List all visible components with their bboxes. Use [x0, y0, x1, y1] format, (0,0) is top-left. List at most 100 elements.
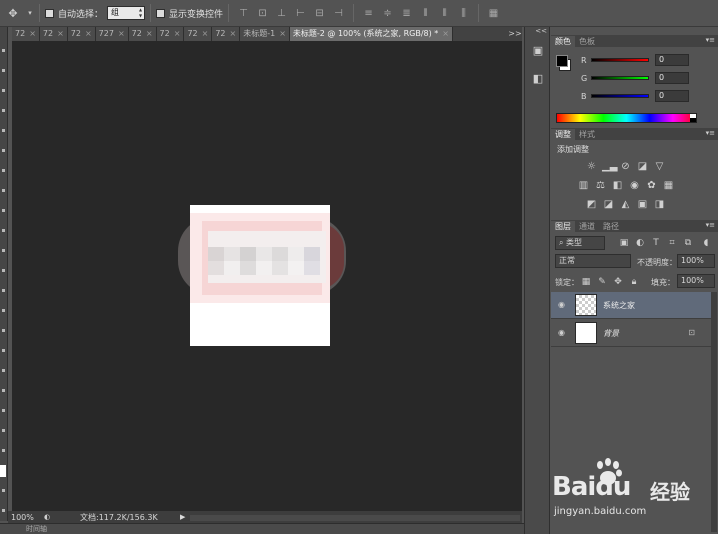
document-tab[interactable]: 72 × [12, 27, 40, 41]
panel-menu-icon[interactable]: ▾≡ [706, 221, 715, 229]
type-filter-icon[interactable]: T [651, 238, 661, 248]
tool-icon[interactable] [2, 109, 5, 112]
close-icon[interactable]: × [85, 27, 92, 41]
tool-icon[interactable] [2, 349, 5, 352]
close-icon[interactable]: × [118, 27, 125, 41]
color-balance-icon[interactable]: ⚖ [594, 180, 607, 191]
tab-swatches[interactable]: 色板 [575, 36, 599, 47]
distribute-vcenter-icon[interactable]: ≑ [380, 6, 395, 20]
channel-mixer-icon[interactable]: ✿ [645, 180, 658, 191]
document-tab[interactable]: 未标题-1 × [240, 27, 290, 41]
tool-icon[interactable] [2, 329, 5, 332]
tool-icon[interactable] [2, 169, 5, 172]
fill-field[interactable]: 100% [677, 274, 715, 288]
move-tool-icon[interactable]: ✥ [2, 4, 24, 22]
eye-icon[interactable]: ◉ [558, 328, 568, 338]
selective-color-icon[interactable]: ▣ [636, 199, 649, 210]
tool-icon[interactable] [2, 369, 5, 372]
auto-select-checkbox[interactable]: 自动选择： [45, 7, 103, 20]
history-icon[interactable]: ▣ [529, 43, 547, 59]
horizontal-scrollbar[interactable] [190, 515, 520, 521]
lock-all-icon[interactable]: 🔒︎ [629, 277, 639, 287]
panel-menu-icon[interactable]: ▾≡ [706, 129, 715, 137]
close-icon[interactable]: × [29, 27, 36, 41]
tool-icon[interactable] [2, 389, 5, 392]
blend-mode-dropdown[interactable]: 正常 [555, 254, 631, 268]
opacity-field[interactable]: 100% [677, 254, 715, 268]
exposure-icon[interactable]: ◪ [636, 161, 649, 172]
collapse-icon[interactable]: << [525, 27, 549, 37]
checkbox-box[interactable] [45, 8, 54, 18]
close-icon[interactable]: × [57, 27, 64, 41]
layer-name[interactable]: 背景 [603, 328, 619, 339]
tool-icon[interactable] [2, 69, 5, 72]
tool-icon[interactable] [2, 89, 5, 92]
adjustment-filter-icon[interactable]: ◐ [635, 238, 645, 248]
lock-pixels-icon[interactable]: ✎ [597, 277, 607, 287]
distribute-hcenter-icon[interactable]: ⦀ [437, 6, 452, 20]
tab-color[interactable]: 颜色 [551, 36, 575, 47]
tool-icon[interactable] [2, 409, 5, 412]
posterize-icon[interactable]: ◪ [602, 199, 615, 210]
tool-icon[interactable] [2, 249, 5, 252]
lock-position-icon[interactable]: ✥ [613, 277, 623, 287]
distribute-top-icon[interactable]: ≡ [361, 6, 376, 20]
checkbox-box[interactable] [156, 8, 166, 18]
tool-icon[interactable] [2, 149, 5, 152]
tab-paths[interactable]: 路径 [599, 221, 623, 232]
document-tab[interactable]: 727 × [95, 27, 129, 41]
tool-icon[interactable] [2, 209, 5, 212]
curves-icon[interactable]: ⊘ [619, 161, 632, 172]
color-lookup-icon[interactable]: ▦ [662, 180, 675, 191]
align-bottom-icon[interactable]: ⊥ [274, 6, 289, 20]
tool-icon[interactable] [2, 309, 5, 312]
filter-toggle-icon[interactable]: ◖ [701, 238, 711, 248]
tool-icon[interactable] [2, 49, 5, 52]
align-hcenter-icon[interactable]: ⊟ [312, 6, 327, 20]
layer-filter-dropdown[interactable]: ⌕ 类型 [555, 236, 605, 250]
black-white-icon[interactable]: ◧ [611, 180, 624, 191]
tab-adjustments[interactable]: 调整 [551, 129, 575, 140]
tool-icon[interactable] [2, 429, 5, 432]
align-left-icon[interactable]: ⊢ [293, 6, 308, 20]
black-white-swatch[interactable] [690, 114, 696, 122]
foreground-color-swatch[interactable] [556, 55, 568, 67]
document-tab[interactable]: 未标题-2 @ 100% (系统之家, RGB/8) * × [289, 27, 453, 41]
tab-layers[interactable]: 图层 [551, 221, 575, 232]
auto-align-icon[interactable]: ▦ [486, 6, 501, 20]
chevron-down-icon[interactable]: ▾ [26, 4, 34, 22]
red-value[interactable]: 0 [655, 54, 689, 66]
tool-icon[interactable] [2, 509, 5, 512]
red-slider[interactable] [591, 58, 649, 62]
tab-styles[interactable]: 样式 [575, 129, 599, 140]
photo-filter-icon[interactable]: ◉ [628, 180, 641, 191]
vibrance-icon[interactable]: ▽ [653, 161, 666, 172]
close-icon[interactable]: × [202, 27, 209, 41]
align-right-icon[interactable]: ⊣ [331, 6, 346, 20]
tool-icon[interactable] [2, 489, 5, 492]
invert-icon[interactable]: ◩ [585, 199, 598, 210]
eye-icon[interactable]: ◉ [558, 300, 568, 310]
blue-value[interactable]: 0 [655, 90, 689, 102]
doc-info-icon[interactable]: ◐ [42, 512, 52, 522]
layer-row[interactable]: ◉ 系统之家 [551, 292, 711, 319]
tool-icon[interactable] [2, 289, 5, 292]
hue-saturation-icon[interactable]: ▥ [577, 180, 590, 191]
distribute-bottom-icon[interactable]: ≣ [399, 6, 414, 20]
green-value[interactable]: 0 [655, 72, 689, 84]
pixel-filter-icon[interactable]: ▣ [619, 238, 629, 248]
zoom-level[interactable]: 100% [8, 513, 42, 522]
blue-slider[interactable] [591, 94, 649, 98]
status-menu-icon[interactable]: ▶ [180, 513, 190, 521]
lock-transparent-icon[interactable]: ▦ [581, 277, 591, 287]
close-icon[interactable]: × [230, 27, 237, 41]
shape-filter-icon[interactable]: ⌗ [667, 238, 677, 248]
tab-channels[interactable]: 通道 [575, 221, 599, 232]
green-slider[interactable] [591, 76, 649, 80]
document-tab[interactable]: 72 × [212, 27, 241, 41]
more-tabs-icon[interactable]: >> [507, 27, 523, 41]
brightness-icon[interactable]: ☼ [585, 161, 598, 172]
tool-icon[interactable] [2, 449, 5, 452]
distribute-right-icon[interactable]: ⫼ [456, 6, 471, 20]
panel-menu-icon[interactable]: ▾≡ [706, 36, 715, 44]
